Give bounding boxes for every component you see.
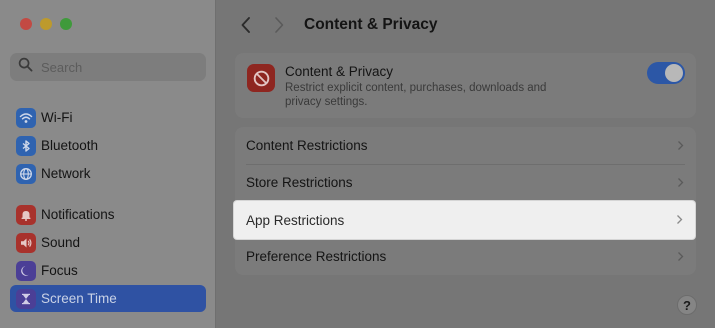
speaker-icon bbox=[16, 232, 36, 253]
search-input[interactable] bbox=[41, 59, 201, 75]
chevron-right-icon bbox=[678, 141, 684, 150]
globe-icon bbox=[16, 163, 36, 184]
sidebar-item-sound[interactable]: Sound bbox=[10, 229, 206, 256]
chevron-right-icon bbox=[678, 178, 684, 187]
card-description: Restrict explicit content, purchases, do… bbox=[285, 82, 547, 108]
row-preference-restrictions[interactable]: Preference Restrictions bbox=[235, 238, 696, 275]
close-window-button[interactable] bbox=[20, 18, 32, 30]
chevron-left-icon bbox=[241, 17, 250, 33]
row-label: App Restrictions bbox=[246, 212, 345, 228]
sidebar: Wi-Fi Bluetooth Network Notifications So… bbox=[0, 0, 216, 328]
row-label: Store Restrictions bbox=[246, 175, 353, 190]
sidebar-item-label: Screen Time bbox=[41, 291, 117, 306]
sidebar-item-label: Notifications bbox=[41, 207, 115, 222]
row-store-restrictions[interactable]: Store Restrictions bbox=[235, 164, 696, 201]
minimize-window-button[interactable] bbox=[40, 18, 52, 30]
toggle-knob bbox=[665, 64, 683, 82]
sidebar-item-network[interactable]: Network bbox=[10, 160, 206, 187]
sidebar-item-label: Focus bbox=[41, 263, 78, 278]
bell-icon bbox=[16, 204, 36, 225]
forward-button[interactable] bbox=[272, 16, 286, 34]
hourglass-icon bbox=[16, 288, 36, 309]
content-privacy-card: Content & Privacy Restrict explicit cont… bbox=[235, 53, 696, 118]
sidebar-item-label: Network bbox=[41, 166, 91, 181]
row-label: Content Restrictions bbox=[246, 138, 368, 153]
zoom-window-button[interactable] bbox=[60, 18, 72, 30]
chevron-right-icon bbox=[677, 215, 683, 224]
restricted-icon bbox=[247, 64, 275, 92]
bluetooth-icon bbox=[16, 135, 36, 156]
row-label: Preference Restrictions bbox=[246, 249, 387, 264]
help-button[interactable]: ? bbox=[677, 295, 697, 315]
window-controls bbox=[20, 18, 72, 30]
sidebar-item-label: Sound bbox=[41, 235, 81, 250]
sidebar-item-label: Bluetooth bbox=[41, 138, 99, 153]
sidebar-item-focus[interactable]: Focus bbox=[10, 257, 206, 284]
back-button[interactable] bbox=[239, 16, 253, 34]
sidebar-item-notifications[interactable]: Notifications bbox=[10, 201, 206, 228]
sidebar-item-screen-time[interactable]: Screen Time bbox=[10, 285, 206, 312]
chevron-right-icon bbox=[678, 252, 684, 261]
main-pane: Content & Privacy Content & Privacy Rest… bbox=[217, 0, 715, 328]
wifi-icon bbox=[16, 107, 36, 128]
content-privacy-toggle[interactable] bbox=[647, 62, 685, 84]
page-title: Content & Privacy bbox=[304, 16, 438, 33]
row-content-restrictions[interactable]: Content Restrictions bbox=[235, 127, 696, 164]
sidebar-item-bluetooth[interactable]: Bluetooth bbox=[10, 132, 206, 159]
chevron-right-icon bbox=[275, 17, 284, 33]
sidebar-item-wifi[interactable]: Wi-Fi bbox=[10, 104, 206, 131]
sidebar-item-label: Wi-Fi bbox=[41, 110, 73, 125]
search-icon bbox=[18, 57, 33, 77]
card-title: Content & Privacy bbox=[285, 64, 394, 79]
moon-icon bbox=[16, 260, 36, 281]
row-app-restrictions[interactable]: App Restrictions bbox=[234, 201, 695, 239]
search-field[interactable] bbox=[10, 53, 206, 81]
